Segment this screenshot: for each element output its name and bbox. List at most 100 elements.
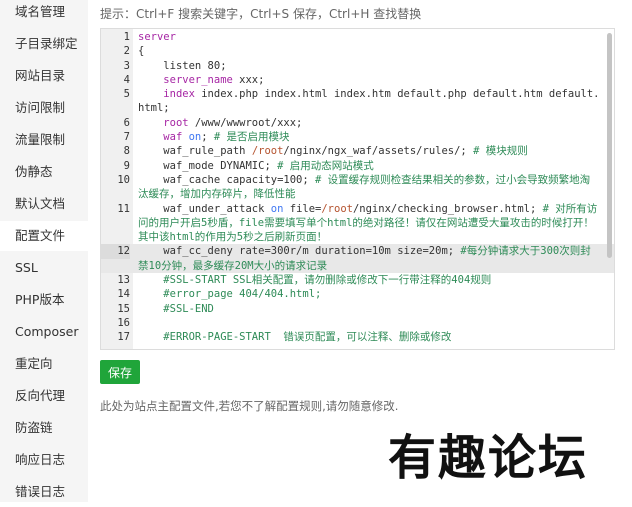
line-number: 17 [117,331,130,344]
code-token: server_name [163,73,233,86]
code-token: /nginx/ngx_waf/assets/rules/; [283,145,474,158]
code-token: /www/wwwroot/xxx; [188,116,303,129]
code-token: ; [201,131,214,144]
code-token: on [188,131,202,144]
code-line[interactable]: 16 [101,316,614,330]
code-text: listen 80; [138,59,614,73]
code-line[interactable]: 12 waf_cc_deny rate=300r/m duration=10m … [101,244,614,274]
code-text: waf_under_attack on file=/root/nginx/che… [138,202,614,245]
code-token: #SSL-END [163,302,214,315]
code-token: file= [283,202,322,215]
line-number: 6 [123,116,130,129]
line-number: 8 [123,145,130,158]
sidebar-item[interactable]: 反向代理 [0,381,88,411]
code-line[interactable]: 2{ [101,44,614,58]
code-token: xxx; [232,73,265,86]
code-text: index index.php index.html index.htm def… [138,87,614,116]
code-content[interactable]: 1 server 2{3 listen 80; 4 server_name xxx; 5… [101,29,614,345]
sidebar-item[interactable]: 域名管理 [0,0,88,27]
line-number: 10 [117,173,130,186]
code-token: index [163,88,195,101]
code-token: waf [163,131,183,144]
line-number: 9 [123,159,130,172]
sidebar-item[interactable]: SSL [0,253,88,283]
code-line[interactable]: 14 #error_page 404/404.html; [101,287,614,301]
code-text: #SSL-END [138,302,614,316]
code-token: #ERROR-PAGE-START 错误页配置，可以注释、删除或修改 [163,331,452,344]
code-token: /nginx/checking_browser.html; [352,202,543,215]
sidebar-item[interactable]: 响应日志 [0,445,88,475]
site-watermark: 有趣论坛 [388,430,589,486]
line-number: 2 [123,45,130,58]
sidebar-item[interactable]: Composer [0,317,88,347]
code-token: # 是否启用模块 [213,131,290,144]
code-token: # 启用动态网站模式 [277,159,374,172]
code-text: waf_cache capacity=100; # 设置缓存规则检查结果相关的参… [138,173,614,202]
code-token: { [138,45,145,58]
code-line[interactable]: 8 waf_rule_path /root/nginx/ngx_waf/asse… [101,144,614,158]
code-line[interactable]: 9 waf_mode DYNAMIC; # 启用动态网站模式 [101,159,614,173]
code-line[interactable]: 5 index index.php index.html index.htm d… [101,87,614,116]
code-token: # 模块规则 [473,145,528,158]
sidebar-item[interactable]: 重定向 [0,349,88,379]
save-button[interactable]: 保存 [100,360,140,384]
code-text: server_name xxx; [138,73,614,87]
code-text: waf_rule_path /root/nginx/ngx_waf/assets… [138,144,614,158]
sidebar-item[interactable]: PHP版本 [0,285,88,315]
code-text: waf_cc_deny rate=300r/m duration=10m siz… [138,244,614,273]
sidebar-item[interactable]: 防盗链 [0,413,88,443]
editor-scrollbar[interactable] [607,33,612,258]
config-file-note: 此处为站点主配置文件,若您不了解配置规则,请勿随意修改. [100,399,399,413]
sidebar-item[interactable]: 错误日志 [0,477,88,507]
code-text: waf on; # 是否启用模块 [138,130,614,144]
code-line[interactable]: 17 #ERROR-PAGE-START 错误页配置，可以注释、删除或修改 [101,330,614,344]
code-line[interactable]: 10 waf_cache capacity=100; # 设置缓存规则检查结果相… [101,173,614,202]
line-number: 13 [117,274,130,287]
code-token: listen 80; [138,59,227,72]
code-token: waf_under_attack [138,202,271,215]
line-number: 15 [117,302,130,315]
line-number: 4 [123,73,130,86]
line-number: 16 [117,316,130,329]
editor-hint: 提示：Ctrl+F 搜索关键字，Ctrl+S 保存，Ctrl+H 查找替换 [100,7,422,21]
code-line[interactable]: 15 #SSL-END [101,302,614,316]
sidebar: 域名管理 子目录绑定 网站目录 访问限制 流量限制 伪静态 默认文档 配置文件 SSL PHP版本… [0,0,88,502]
sidebar-item[interactable]: 默认文档 [0,189,88,219]
sidebar-item[interactable]: 访问限制 [0,93,88,123]
code-text [138,316,614,330]
line-number: 1 [123,31,130,43]
code-token: on [270,202,284,215]
code-line[interactable]: 11 waf_under_attack on file=/root/nginx/… [101,202,614,245]
code-text: #error_page 404/404.html; [138,287,614,301]
code-text: server [138,30,614,44]
code-token: #SSL-START SSL相关配置，请勿删除或修改下一行带注释的404规则 [163,274,492,287]
code-line[interactable]: 4 server_name xxx; [101,73,614,87]
code-token: root [163,116,189,129]
code-token: waf_cache capacity=100; [138,173,316,186]
sidebar-item[interactable]: 网站目录 [0,61,88,91]
line-number: 5 [123,88,130,101]
sidebar-item[interactable]: 子目录绑定 [0,29,88,59]
code-token: #error_page 404/404.html; [163,288,322,301]
sidebar-item[interactable]: 伪静态 [0,157,88,187]
code-token: waf_cc_deny rate=300r/m duration=10m siz… [138,245,461,258]
code-line[interactable]: 13 #SSL-START SSL相关配置，请勿删除或修改下一行带注释的404规… [101,273,614,287]
line-number: 12 [101,244,130,259]
code-text: #SSL-START SSL相关配置，请勿删除或修改下一行带注释的404规则 [138,273,614,287]
code-line[interactable]: 6 root /www/wwwroot/xxx; [101,116,614,130]
sidebar-item[interactable]: 流量限制 [0,125,88,155]
code-line[interactable]: 3 listen 80; [101,59,614,73]
code-line[interactable]: 1 server [101,30,614,44]
sidebar-item[interactable]: 配置文件 [0,221,88,251]
code-line[interactable]: 7 waf on; # 是否启用模块 [101,130,614,144]
line-number: 14 [117,288,130,301]
config-code-editor[interactable]: 1 server 2{3 listen 80; 4 server_name xxx; 5… [100,28,615,350]
code-token: server [138,31,176,43]
